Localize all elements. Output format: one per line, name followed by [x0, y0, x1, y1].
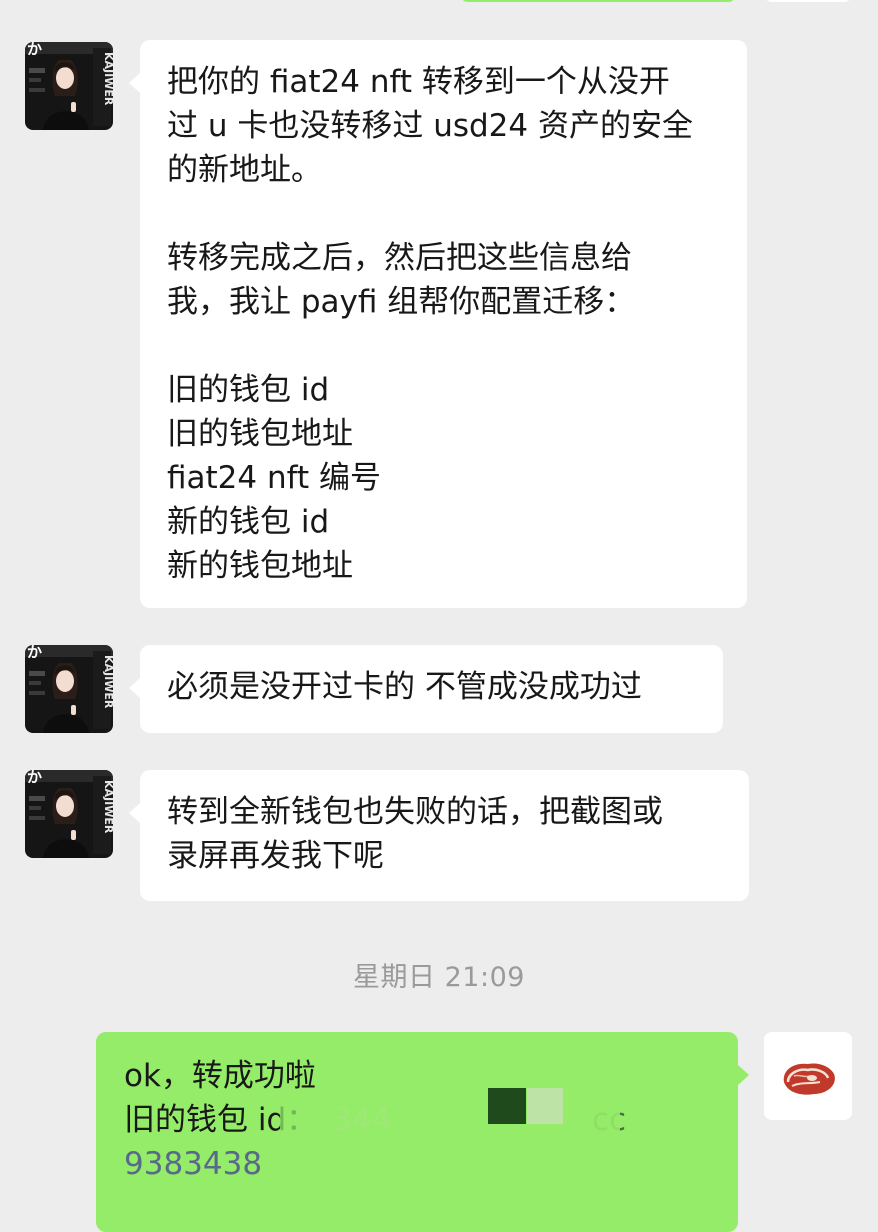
incoming-message-bubble[interactable]: 把你的 fiat24 nft 转移到一个从没开 过 u 卡也没转移过 usd24… [129, 40, 747, 608]
svg-text:か: か [27, 42, 42, 58]
incoming-message-bubble[interactable]: 必须是没开过卡的 不管成没成功过 [129, 645, 723, 733]
avatar-image: か KAJIWER [25, 645, 113, 733]
my-avatar[interactable] [764, 1032, 852, 1120]
svg-text:KAJIWER: KAJIWER [102, 52, 113, 106]
previous-outgoing-bubble-edge [460, 0, 736, 2]
redaction-blur [568, 1088, 620, 1134]
friend-avatar[interactable]: か KAJIWER [25, 770, 113, 858]
steak-icon [764, 1032, 852, 1120]
message-text: 新的钱包地址 [167, 548, 353, 584]
svg-text:KAJIWER: KAJIWER [102, 780, 113, 834]
message-text: 新的钱包 id [167, 504, 330, 540]
message-text: 把你的 fiat24 nft 转移到一个从没开 [167, 64, 670, 100]
message-text: 录屏再发我下呢 [167, 838, 384, 874]
message-text: 转移完成之后，然后把这些信息给 [167, 240, 632, 276]
incoming-message-bubble[interactable]: 转到全新钱包也失败的话，把截图或 录屏再发我下呢 [129, 770, 749, 901]
svg-text:か: か [27, 645, 42, 661]
message-text: 的新地址。 [167, 152, 322, 188]
redaction-blur [288, 1136, 688, 1196]
message-text: 我，我让 payfi 组帮你配置迁移： [167, 284, 636, 320]
redaction-block [527, 1088, 563, 1124]
previous-avatar-edge [764, 0, 852, 2]
friend-avatar[interactable]: か KAJIWER [25, 42, 113, 130]
message-text: 旧的钱包地址 [167, 416, 353, 452]
message-text: fiat24 nft 编号 [167, 460, 382, 496]
redaction-block [488, 1088, 526, 1124]
wallet-number-fragment: 9383438 [124, 1146, 263, 1182]
svg-text:か: か [27, 770, 42, 786]
redaction-blur [280, 1100, 390, 1136]
message-text: 转到全新钱包也失败的话，把截图或 [167, 794, 663, 830]
message-text: 必须是没开过卡的 不管成没成功过 [167, 669, 642, 705]
message-text: 旧的钱包 id [167, 372, 330, 408]
avatar-image: か KAJIWER [25, 770, 113, 858]
message-text: 过 u 卡也没转移过 usd24 资产的安全 [167, 108, 693, 144]
avatar-image: か KAJIWER [25, 42, 113, 130]
friend-avatar[interactable]: か KAJIWER [25, 645, 113, 733]
svg-text:KAJIWER: KAJIWER [102, 655, 113, 709]
chat-timestamp: 星期日 21:09 [353, 962, 525, 993]
